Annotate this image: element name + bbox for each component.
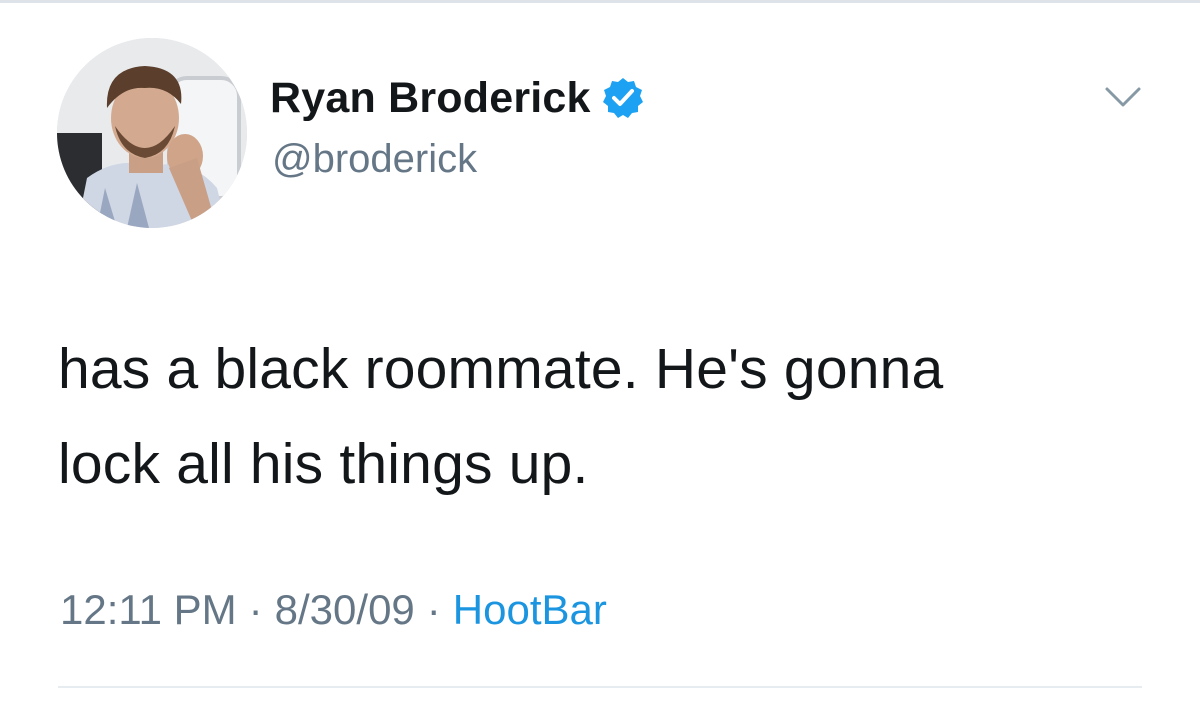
tweet-date[interactable]: 8/30/09: [275, 586, 415, 633]
chevron-down-icon[interactable]: [1103, 83, 1143, 111]
tweet-text: has a black roommate. He's gonna lock al…: [58, 322, 1168, 512]
meta-separator: ·: [248, 586, 263, 633]
author-handle[interactable]: @broderick: [272, 137, 477, 182]
tweet-text-line: has a black roommate. He's gonna: [58, 337, 944, 401]
tweet-source-link[interactable]: HootBar: [453, 586, 607, 633]
top-divider: [0, 0, 1200, 3]
meta-separator: ·: [426, 586, 441, 633]
verified-badge-icon: [601, 76, 645, 120]
tweet-text-line: lock all his things up.: [58, 432, 589, 496]
tweet-meta: 12:11 PM · 8/30/09 · HootBar: [60, 586, 607, 634]
avatar[interactable]: [57, 38, 247, 228]
tweet-time[interactable]: 12:11 PM: [60, 586, 237, 633]
author-name-row[interactable]: Ryan Broderick: [270, 68, 645, 128]
bottom-divider: [58, 686, 1142, 688]
tweet-card: Ryan Broderick @broderick has a black ro…: [0, 0, 1200, 706]
display-name[interactable]: Ryan Broderick: [270, 74, 591, 123]
profile-photo-icon: [57, 38, 247, 228]
